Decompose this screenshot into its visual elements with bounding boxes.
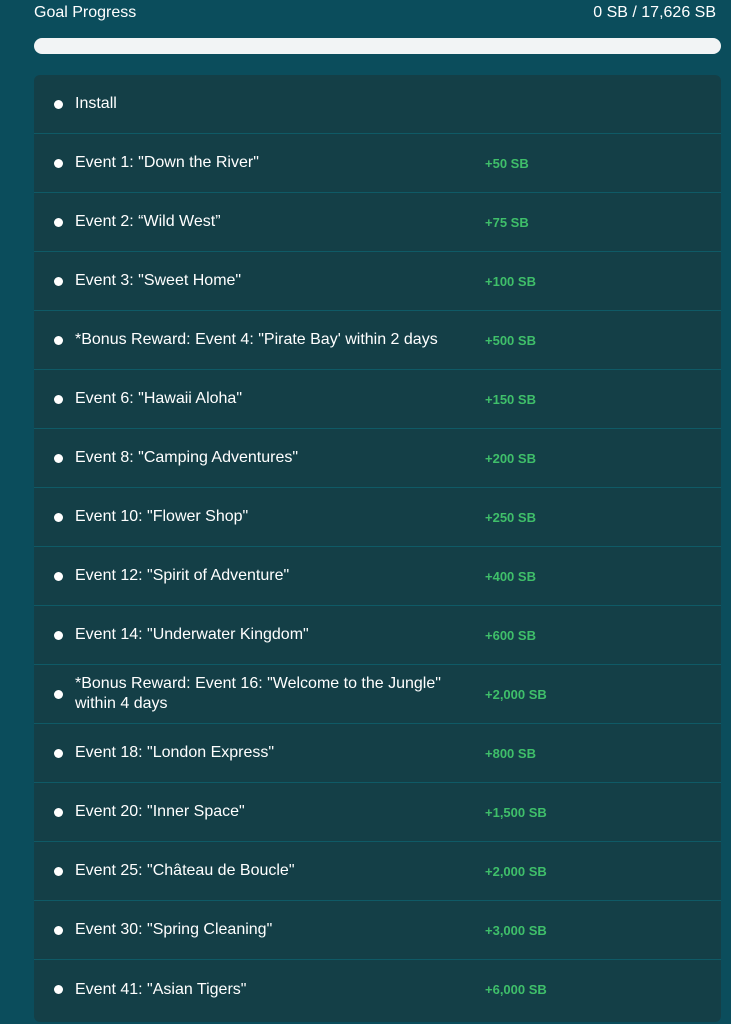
milestone-label: Event 18: "London Express" (75, 744, 275, 761)
milestone-item: Event 1: "Down the River" +50 SB (34, 134, 721, 193)
milestone-label: Event 41: "Asian Tigers" (75, 980, 247, 998)
milestone-item: Event 2: “Wild West” +75 SB (34, 193, 721, 252)
milestone-item: Event 20: "Inner Space" +1,500 SB (34, 783, 721, 842)
milestone-label: Event 10: "Flower Shop" (75, 508, 249, 525)
bullet-icon (54, 158, 63, 168)
milestone-item: Event 41: "Asian Tigers" +6,000 SB (34, 960, 721, 1019)
milestone-item: Event 6: "Hawaii Aloha" +150 SB (34, 370, 721, 429)
milestone-label: *Bonus Reward: Event 4: "Pirate Bay' wit… (75, 331, 438, 348)
bullet-icon (54, 335, 63, 345)
milestone-reward: +150 SB (485, 391, 536, 407)
milestone-label: Install (75, 95, 117, 112)
milestone-reward: +400 SB (485, 568, 536, 584)
bullet-icon (54, 925, 63, 935)
milestone-label: Event 1: "Down the River" (75, 154, 259, 171)
milestone-item: Event 18: "London Express" +800 SB (34, 724, 721, 783)
milestone-reward: +1,500 SB (485, 804, 547, 820)
milestone-label: Event 2: “Wild West” (75, 213, 221, 230)
milestone-reward: +3,000 SB (485, 922, 547, 938)
milestone-reward: +6,000 SB (485, 982, 547, 997)
milestone-list: Install Event 1: "Down the River" +50 SB… (34, 75, 721, 1022)
bullet-icon (54, 985, 63, 994)
milestone-reward: +800 SB (485, 745, 536, 761)
milestone-label: Event 6: "Hawaii Aloha" (75, 390, 243, 407)
milestone-reward: +2,000 SB (485, 863, 547, 879)
milestone-item: Event 14: "Underwater Kingdom" +600 SB (34, 606, 721, 665)
bullet-icon (54, 748, 63, 758)
milestone-item: *Bonus Reward: Event 4: "Pirate Bay' wit… (34, 311, 721, 370)
milestone-item: *Bonus Reward: Event 16: "Welcome to the… (34, 665, 721, 724)
milestone-reward: +500 SB (485, 332, 536, 348)
milestone-item: Event 10: "Flower Shop" +250 SB (34, 488, 721, 547)
goal-title: Goal Progress (34, 4, 137, 21)
milestone-item: Event 8: "Camping Adventures" +200 SB (34, 429, 721, 488)
milestone-reward: +2,000 SB (485, 686, 547, 702)
milestone-label: Event 8: "Camping Adventures" (75, 449, 299, 466)
milestone-label: Event 3: "Sweet Home" (75, 272, 242, 289)
bullet-icon (54, 394, 63, 404)
milestone-label: Event 12: "Spirit of Adventure" (75, 567, 290, 584)
bullet-icon (54, 217, 63, 227)
milestone-reward: +600 SB (485, 627, 536, 643)
bullet-icon (54, 689, 63, 699)
goal-status: 0 SB / 17,626 SB (593, 4, 716, 21)
milestone-reward: +75 SB (485, 214, 529, 230)
bullet-icon (54, 571, 63, 581)
goal-progress-bar (34, 38, 721, 54)
bullet-icon (54, 512, 63, 522)
milestone-label: Event 20: "Inner Space" (75, 803, 245, 820)
bullet-icon (54, 807, 63, 817)
milestone-reward: +250 SB (485, 509, 536, 525)
milestone-item: Event 30: "Spring Cleaning" +3,000 SB (34, 901, 721, 960)
bullet-icon (54, 453, 63, 463)
milestone-item: Event 25: "Château de Boucle" +2,000 SB (34, 842, 721, 901)
milestone-reward: +100 SB (485, 273, 536, 289)
milestone-label: Event 30: "Spring Cleaning" (75, 921, 273, 938)
milestone-item: Event 3: "Sweet Home" +100 SB (34, 252, 721, 311)
milestone-label: Event 14: "Underwater Kingdom" (75, 626, 309, 643)
milestone-item: Install (34, 75, 721, 134)
bullet-icon (54, 630, 63, 640)
milestone-reward: +200 SB (485, 450, 536, 466)
bullet-icon (54, 276, 63, 286)
milestone-label: *Bonus Reward: Event 16: "Welcome to the… (75, 675, 441, 712)
goal-header: Goal Progress 0 SB / 17,626 SB (34, 0, 716, 26)
milestone-reward: +50 SB (485, 155, 529, 171)
milestone-label: Event 25: "Château de Boucle" (75, 862, 295, 879)
milestone-item: Event 12: "Spirit of Adventure" +400 SB (34, 547, 721, 606)
bullet-icon (54, 866, 63, 876)
bullet-icon (54, 99, 63, 109)
